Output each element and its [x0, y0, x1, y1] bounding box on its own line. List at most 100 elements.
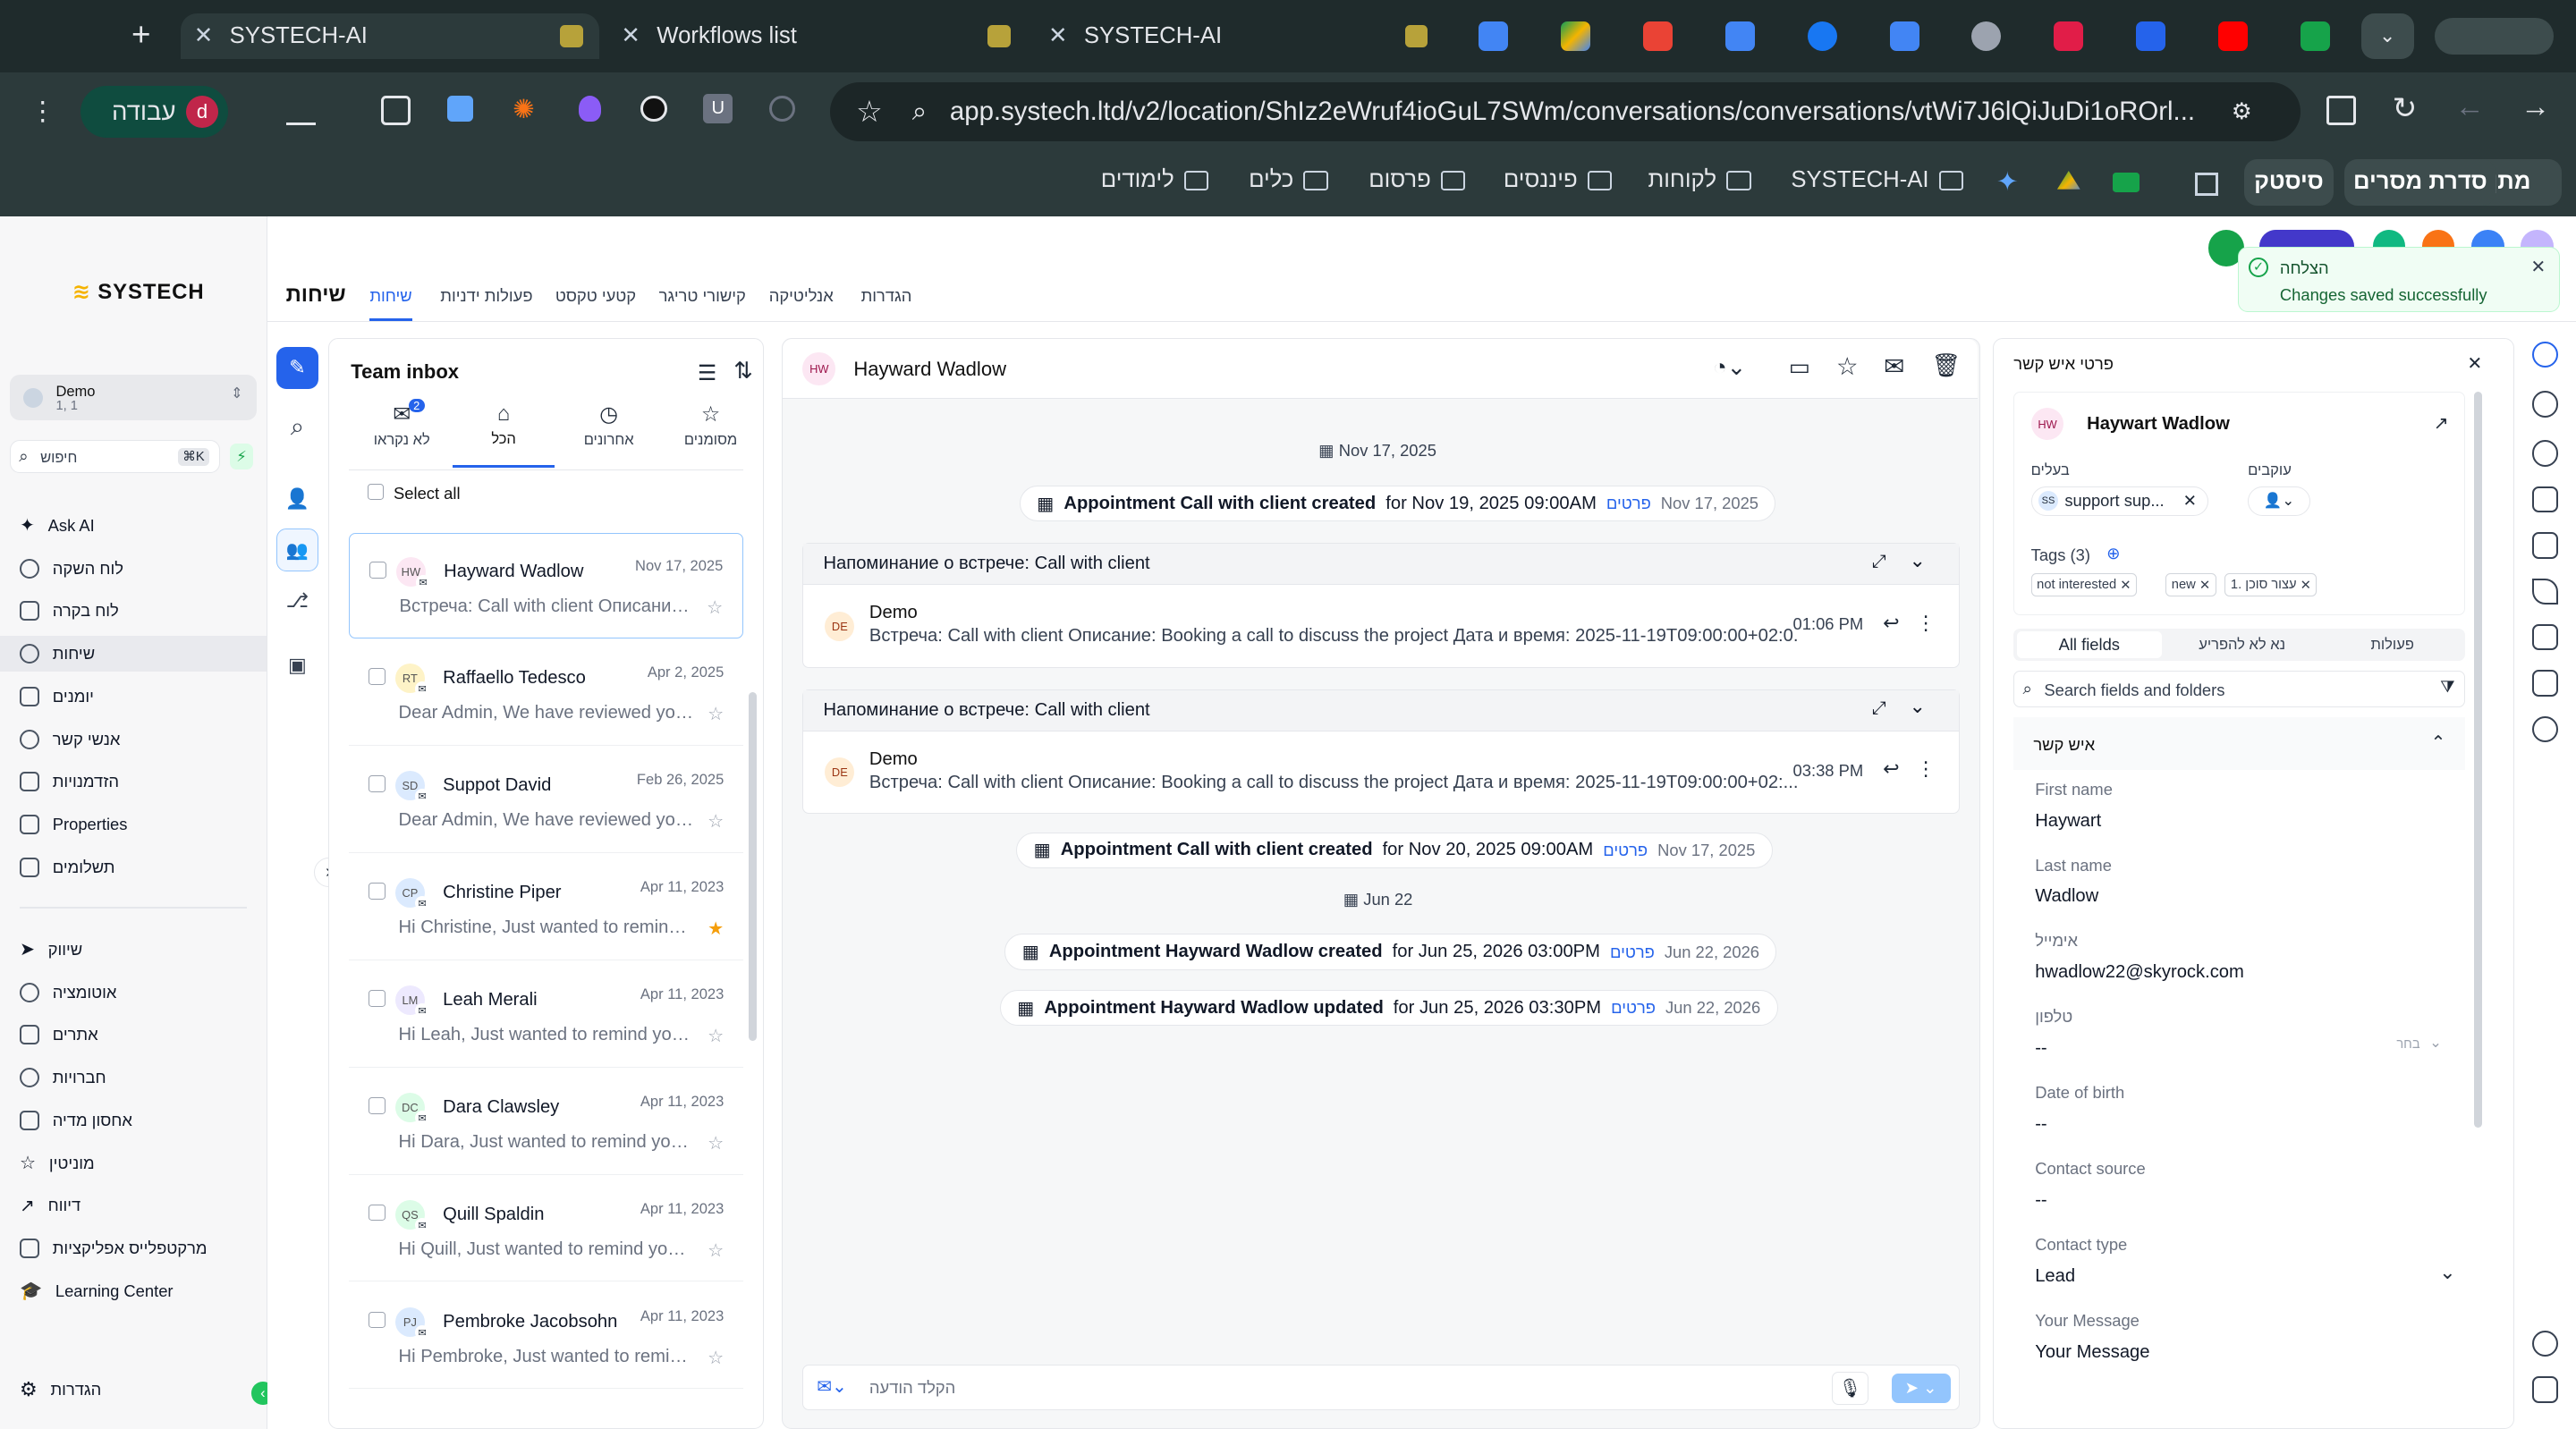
filter-starred[interactable]: ☆ מסומנים: [663, 402, 758, 467]
filter-all[interactable]: ⌂ הכל: [453, 402, 555, 468]
clipboard-check-icon[interactable]: [2531, 532, 2559, 559]
select-all-checkbox[interactable]: [367, 484, 384, 501]
field-value[interactable]: Your Message: [2035, 1342, 2149, 1363]
inbox-row[interactable]: LM ✉ Leah Merali Apr 11, 2023 Hi Leah, Just …: [349, 962, 744, 1068]
nav-calendars[interactable]: יומנים: [20, 679, 94, 714]
meta-favicon[interactable]: [1807, 21, 1837, 51]
microphone-icon[interactable]: 🎙: [1832, 1372, 1868, 1405]
tab-all-fields[interactable]: All fields: [2016, 631, 2162, 658]
details-link[interactable]: פרטים: [1603, 841, 1648, 860]
reload-icon[interactable]: ↻: [2393, 90, 2418, 126]
row-star-icon[interactable]: ☆: [708, 1239, 724, 1262]
inbox-row[interactable]: QS ✉ Quill Spaldin Apr 11, 2023 Hi Quill, Ju…: [349, 1177, 744, 1282]
menu-dots-icon[interactable]: ⋮: [30, 96, 55, 127]
nav-media-storage[interactable]: אחסון מדיה: [20, 1103, 132, 1138]
pen-icon[interactable]: [2531, 578, 2559, 605]
row-star-icon[interactable]: ☆: [708, 703, 724, 725]
bookmark-message-series[interactable]: סדרת מסרים: [2344, 159, 2496, 206]
bookmark-systech[interactable]: סיסטק: [2244, 159, 2334, 206]
youtube-favicon[interactable]: [2217, 21, 2248, 51]
tab-trigger-links[interactable]: קישורי טריגר: [659, 286, 746, 306]
extensions-icon[interactable]: [381, 95, 411, 125]
nav-conversations[interactable]: שיחות: [0, 635, 267, 672]
details-link[interactable]: פרטים: [1610, 943, 1655, 962]
tab-manual-actions[interactable]: פעולות ידניות: [440, 286, 532, 306]
details-link[interactable]: פרטים: [1606, 494, 1651, 513]
nav-launchpad[interactable]: לוח השקה: [20, 550, 123, 586]
sort-icon[interactable]: ⇅: [733, 358, 753, 385]
row-checkbox[interactable]: [369, 990, 386, 1007]
forward-icon[interactable]: →: [2521, 90, 2550, 124]
nav-reporting[interactable]: ↗ דיווח: [20, 1188, 80, 1223]
channel-email-dropdown-icon[interactable]: ✉⌄: [817, 1375, 847, 1398]
globe-favicon[interactable]: [1971, 21, 2002, 51]
row-star-icon[interactable]: ☆: [708, 810, 724, 833]
nav-memberships[interactable]: חברויות: [20, 1060, 106, 1095]
docs-favicon[interactable]: [1479, 21, 1509, 51]
panel-scrollbar[interactable]: [2473, 392, 2482, 1129]
extension-1-icon[interactable]: [446, 95, 474, 122]
field-value[interactable]: --: [2035, 1190, 2046, 1211]
bookmark-folder-systech-ai[interactable]: SYSTECH-AI: [1791, 167, 1964, 193]
reply-icon[interactable]: ↩: [1883, 757, 1899, 781]
inbox-row[interactable]: HW ✉ Hayward Wadlow Nov 17, 2025 Встреча: Ca…: [349, 533, 744, 638]
dollar-icon[interactable]: [2531, 715, 2559, 743]
tab-conversations[interactable]: שיחות: [369, 286, 412, 322]
nav-settings[interactable]: ⚙ הגדרות: [20, 1372, 101, 1408]
account-switcher[interactable]: Demo 1, 1 ⇕: [10, 374, 257, 421]
field-value[interactable]: hwadlow22@skyrock.com: [2035, 962, 2244, 983]
reply-icon[interactable]: ↩: [1883, 612, 1899, 635]
docs-favicon[interactable]: [1889, 21, 1919, 51]
send-button[interactable]: ➤ ⌄: [1891, 1373, 1951, 1403]
field-value[interactable]: Haywart: [2035, 811, 2101, 832]
docs-favicon[interactable]: [1724, 21, 1755, 51]
browser-tab-2[interactable]: ✕ Workflows list: [608, 13, 1027, 59]
person-icon[interactable]: 👤: [276, 478, 319, 521]
field-value[interactable]: --: [2035, 1038, 2046, 1059]
message-composer[interactable]: ✉⌄ הקלד הודעה 🎙 ➤ ⌄: [802, 1364, 1960, 1411]
inbox-row[interactable]: SD ✉ Suppot David Feb 26, 2025 Dear Admin, W…: [349, 748, 744, 853]
field-value[interactable]: --: [2035, 1114, 2046, 1135]
bookmark-star-icon[interactable]: ☆: [856, 94, 883, 130]
trash-icon[interactable]: 🗑: [1931, 352, 1961, 379]
history-clock-icon[interactable]: [2531, 391, 2559, 418]
field-value[interactable]: Wadlow: [2035, 886, 2098, 907]
info-icon[interactable]: [2531, 1330, 2559, 1357]
close-tab-icon[interactable]: ✕: [194, 22, 214, 49]
add-tag-icon[interactable]: ⊕: [2106, 544, 2120, 563]
nav-properties[interactable]: Properties: [20, 807, 127, 842]
composer-input[interactable]: הקלד הודעה: [869, 1378, 955, 1398]
row-star-icon[interactable]: ★: [708, 917, 724, 940]
row-checkbox[interactable]: [369, 775, 386, 792]
extension-5-icon[interactable]: [768, 95, 796, 122]
team-inbox-icon[interactable]: 👥: [275, 528, 319, 572]
expand-icon[interactable]: ⤢: [1872, 552, 1886, 572]
search-icon[interactable]: ⌕: [276, 406, 319, 449]
sheets-bookmark-icon[interactable]: [2113, 172, 2140, 192]
chevron-down-icon[interactable]: ⌄: [2429, 1034, 2442, 1052]
bookmark-folder-clients[interactable]: לקוחות: [1648, 167, 1751, 193]
keyboard-icon[interactable]: [2531, 1376, 2559, 1403]
close-toast-icon[interactable]: ✕: [2530, 256, 2546, 278]
tab-dnd[interactable]: נא לא להפריע: [2168, 631, 2316, 657]
split-view-icon[interactable]: [2326, 95, 2357, 125]
row-checkbox[interactable]: [369, 1205, 386, 1222]
tab-snippets[interactable]: קטעי טקסט: [555, 286, 636, 306]
tab-settings[interactable]: הגדרות: [861, 286, 912, 306]
window-controls[interactable]: [2435, 18, 2554, 55]
tab-analytics[interactable]: אנליטיקה: [769, 286, 834, 306]
filter-icon[interactable]: ☰: [698, 360, 716, 386]
contact-person-icon[interactable]: [2531, 342, 2559, 368]
star-icon[interactable]: ☆: [1836, 352, 1859, 381]
new-tab-icon[interactable]: +: [131, 16, 150, 54]
drive-favicon[interactable]: [1561, 21, 1591, 51]
url-text[interactable]: app.systech.ltd/v2/location/ShIz2eWruf4i…: [950, 97, 2215, 127]
nav-sites[interactable]: אתרים: [20, 1017, 98, 1053]
field-value[interactable]: Lead: [2035, 1266, 2075, 1287]
nav-learning-center[interactable]: 🎓 Learning Center: [20, 1273, 174, 1309]
brand-logo[interactable]: ≋ SYSTECH: [72, 279, 205, 305]
gemini-icon[interactable]: ✦: [1996, 166, 2019, 198]
open-external-icon[interactable]: ↗: [2434, 412, 2449, 435]
site-search-icon[interactable]: ⌕: [912, 97, 927, 127]
inbox-row[interactable]: DC ✉ Dara Clawsley Apr 11, 2023 Hi Dara, Jus…: [349, 1070, 744, 1175]
